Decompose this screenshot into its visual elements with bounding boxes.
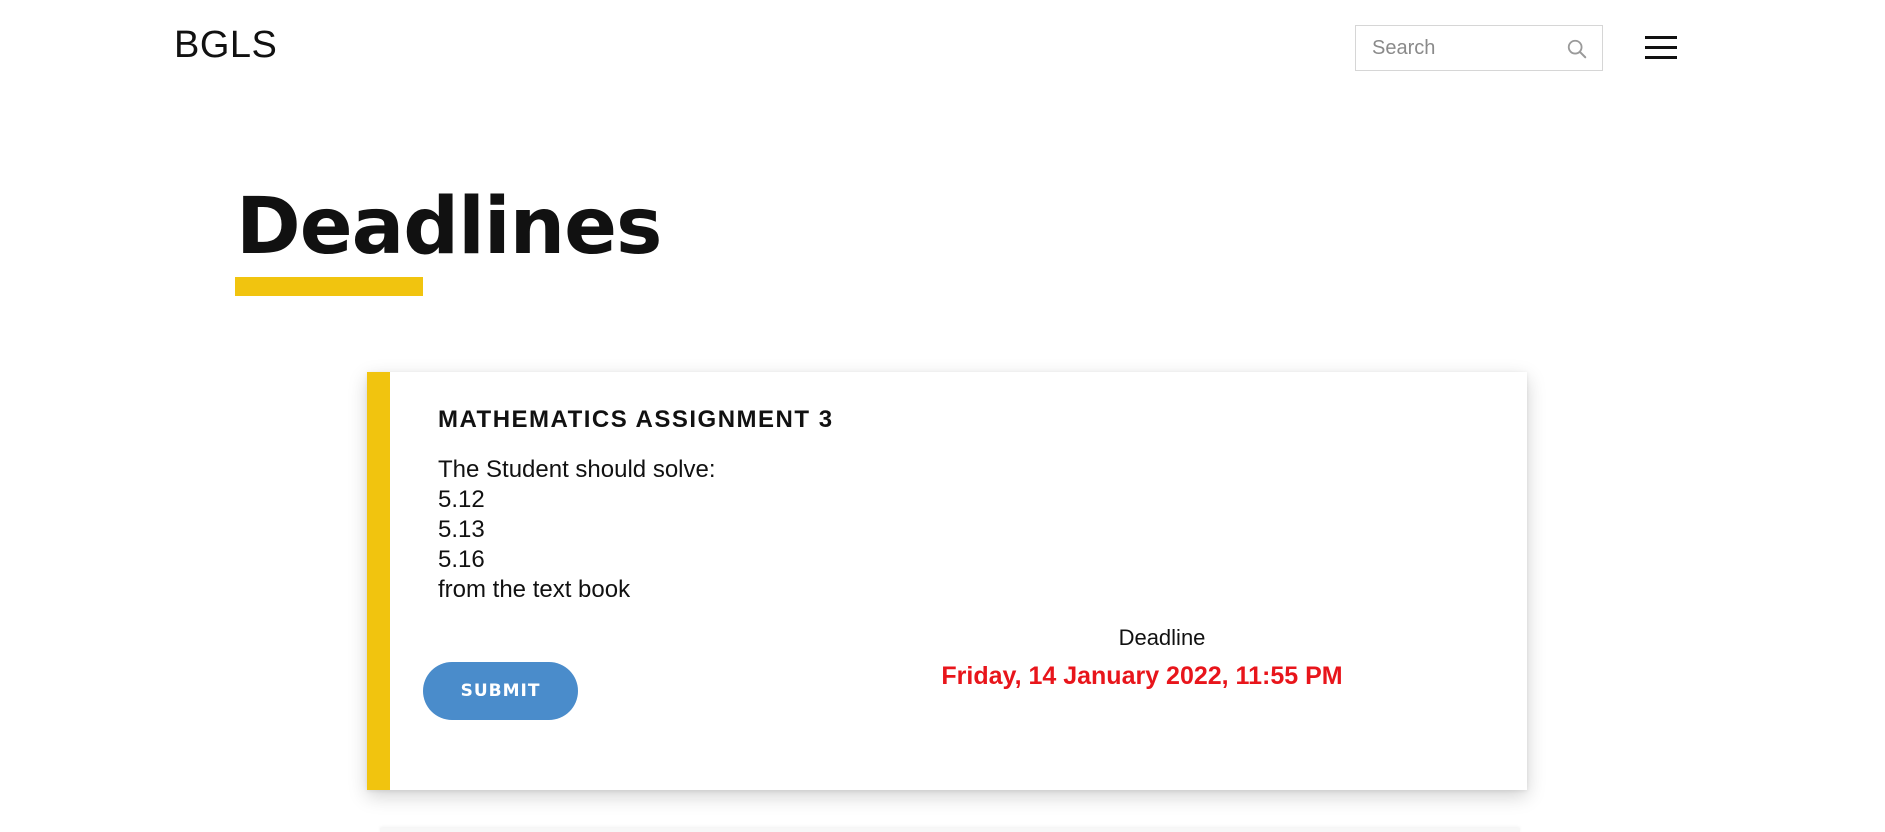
- assignment-title: MATHEMATICS ASSIGNMENT 3: [438, 406, 834, 433]
- deadline-label: Deadline: [1118, 625, 1206, 650]
- page: BGLS Deadlines MATHEMATICS ASSIGNMENT 3 …: [0, 0, 1885, 832]
- next-assignment-card-edge: [380, 828, 1520, 832]
- search-icon[interactable]: [1566, 38, 1588, 60]
- title-underline: [235, 277, 423, 296]
- assignment-card: MATHEMATICS ASSIGNMENT 3 The Student sho…: [367, 372, 1527, 790]
- brand-logo[interactable]: BGLS: [174, 24, 277, 67]
- submit-button[interactable]: SUBMIT: [423, 662, 578, 720]
- deadline-value: Friday, 14 January 2022, 11:55 PM: [941, 662, 1343, 690]
- menu-bar: [1645, 46, 1677, 49]
- description-line: 5.16: [438, 546, 485, 573]
- menu-bar: [1645, 56, 1677, 59]
- menu-bar: [1645, 36, 1677, 39]
- description-line: from the text book: [438, 576, 631, 603]
- description-line: The Student should solve:: [438, 456, 716, 483]
- hamburger-menu-icon[interactable]: [1645, 33, 1677, 63]
- assignment-description: The Student should solve: 5.12 5.13 5.16…: [438, 455, 716, 605]
- description-line: 5.12: [438, 486, 485, 513]
- page-title: Deadlines: [236, 182, 662, 272]
- search-box: [1355, 25, 1603, 71]
- description-line: 5.13: [438, 516, 485, 543]
- card-accent-bar: [367, 372, 390, 790]
- search-input[interactable]: [1356, 26, 1556, 70]
